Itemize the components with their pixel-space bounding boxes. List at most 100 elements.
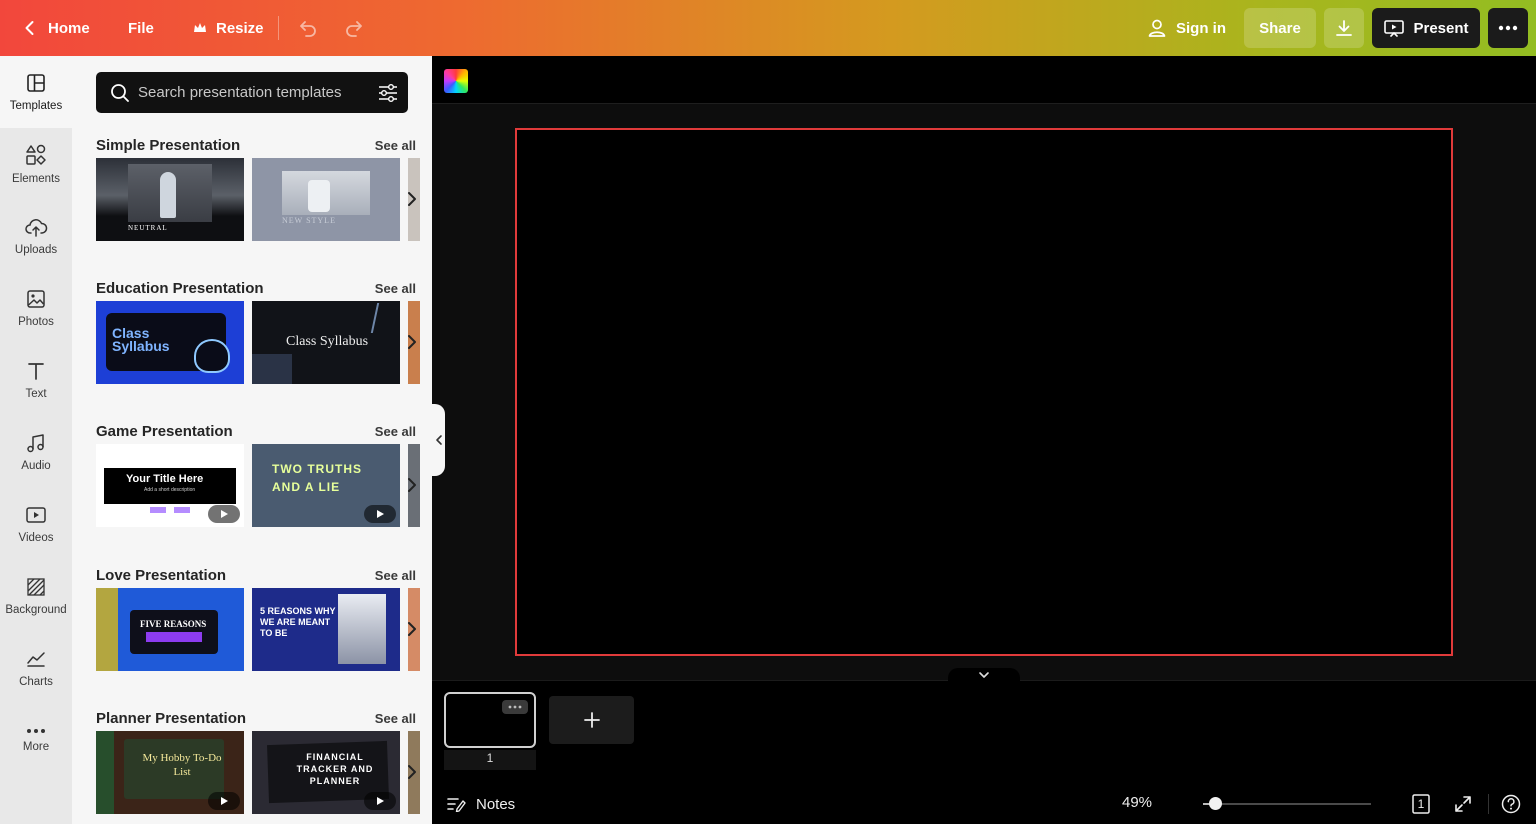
plus-icon xyxy=(583,711,601,729)
template-thumbnail[interactable]: My Hobby To-Do List xyxy=(96,731,244,814)
template-thumbnail[interactable]: NEUTRAL xyxy=(96,158,244,241)
rail-label-photos: Photos xyxy=(18,316,54,328)
page-count-button[interactable]: 1 xyxy=(1408,792,1434,816)
see-all-link[interactable]: See all xyxy=(375,281,416,296)
add-page-button[interactable] xyxy=(549,696,634,744)
thumb-subcaption: Add a short description xyxy=(144,487,196,493)
scroll-right-button[interactable] xyxy=(402,762,422,782)
canvas-page[interactable] xyxy=(515,128,1453,656)
present-button[interactable]: Present xyxy=(1372,8,1480,48)
rail-item-photos[interactable]: Photos xyxy=(0,272,72,344)
rail-item-audio[interactable]: Audio xyxy=(0,416,72,488)
thumb-caption: TWO TRUTHS AND A LIE xyxy=(272,462,362,494)
filter-sliders-icon[interactable] xyxy=(377,82,399,104)
present-icon xyxy=(1383,18,1405,38)
play-icon xyxy=(220,796,229,806)
template-thumbnail[interactable]: Class Syllabus xyxy=(96,301,244,384)
template-section-love: Love Presentation See all FIVE REASONS 5… xyxy=(96,567,420,677)
undo-button[interactable] xyxy=(288,8,328,48)
template-thumbnail[interactable]: Class Syllabus xyxy=(252,301,400,384)
page-thumbnail[interactable] xyxy=(444,692,536,748)
scroll-right-button[interactable] xyxy=(402,475,422,495)
expand-pages-button[interactable] xyxy=(948,668,1020,682)
thumb-stripe xyxy=(96,588,118,671)
crown-icon xyxy=(192,20,208,36)
video-badge xyxy=(364,792,396,810)
thumb-tag xyxy=(150,507,166,513)
home-button[interactable]: Home xyxy=(12,8,98,48)
rail-item-charts[interactable]: Charts xyxy=(0,632,72,704)
file-menu-button[interactable]: File xyxy=(118,8,164,48)
chevron-left-icon xyxy=(20,18,40,38)
template-thumbnail[interactable]: 5 REASONS WHY WE ARE MEANT TO BE xyxy=(252,588,400,671)
present-label: Present xyxy=(1413,19,1469,37)
see-all-link[interactable]: See all xyxy=(375,711,416,726)
template-section-planner: Planner Presentation See all My Hobby To… xyxy=(96,710,420,820)
rail-label-more: More xyxy=(22,741,50,753)
scroll-right-button[interactable] xyxy=(402,189,422,209)
templates-panel: Simple Presentation See all NEUTRAL NEW … xyxy=(72,56,432,824)
more-dots-icon xyxy=(25,727,47,735)
scroll-right-button[interactable] xyxy=(402,332,422,352)
rail-label-videos: Videos xyxy=(18,532,54,544)
background-icon xyxy=(25,576,47,598)
template-thumbnail[interactable]: FINANCIAL TRACKER AND PLANNER xyxy=(252,731,400,814)
zoom-slider-track[interactable] xyxy=(1203,803,1371,805)
background-color-button[interactable] xyxy=(444,69,468,93)
zoom-slider-handle[interactable] xyxy=(1209,797,1222,810)
expand-icon xyxy=(1453,794,1473,814)
chevron-right-icon xyxy=(407,764,417,780)
resize-button[interactable]: Resize xyxy=(182,8,274,48)
fullscreen-button[interactable] xyxy=(1450,792,1476,816)
more-options-button[interactable] xyxy=(1488,8,1528,48)
rail-label-charts: Charts xyxy=(19,676,53,688)
see-all-link[interactable]: See all xyxy=(375,424,416,439)
template-thumbnail[interactable]: Your Title Here Add a short description xyxy=(96,444,244,527)
play-icon xyxy=(376,796,385,806)
share-button[interactable]: Share xyxy=(1244,8,1316,48)
see-all-link[interactable]: See all xyxy=(375,138,416,153)
chevron-right-icon xyxy=(407,334,417,350)
rail-item-more[interactable]: More xyxy=(0,704,72,776)
scroll-right-button[interactable] xyxy=(402,619,422,639)
page-options-button[interactable] xyxy=(502,700,528,714)
rail-label-audio: Audio xyxy=(21,460,51,472)
rail-item-text[interactable]: Text xyxy=(0,344,72,416)
thumb-shape xyxy=(252,354,292,384)
top-toolbar: Home File Resize Sign in Share Present xyxy=(0,0,1536,56)
redo-button[interactable] xyxy=(334,8,374,48)
download-button[interactable] xyxy=(1324,8,1364,48)
chevron-right-icon xyxy=(407,477,417,493)
template-thumbnail[interactable]: NEW STYLE xyxy=(252,158,400,241)
template-section-simple: Simple Presentation See all NEUTRAL NEW … xyxy=(96,137,420,247)
thumb-leaf xyxy=(370,303,398,333)
help-button[interactable] xyxy=(1498,792,1524,816)
play-icon xyxy=(376,509,385,519)
more-horizontal-icon xyxy=(508,705,522,709)
template-thumbnail[interactable]: FIVE REASONS xyxy=(96,588,244,671)
thumb-caption: FINANCIAL TRACKER AND PLANNER xyxy=(296,752,374,786)
rail-item-elements[interactable]: Elements xyxy=(0,128,72,200)
chart-icon xyxy=(25,648,47,670)
zoom-percentage[interactable]: 49% xyxy=(1122,794,1152,811)
rail-item-uploads[interactable]: Uploads xyxy=(0,200,72,272)
see-all-link[interactable]: See all xyxy=(375,568,416,583)
chevron-down-icon xyxy=(978,671,990,679)
sign-in-button[interactable]: Sign in xyxy=(1136,8,1236,48)
collapse-panel-button[interactable] xyxy=(432,404,445,476)
thumb-figure xyxy=(160,172,176,218)
notes-button[interactable]: Notes xyxy=(446,792,515,816)
template-thumbnail[interactable]: TWO TRUTHS AND A LIE xyxy=(252,444,400,527)
page-number-label: 1 xyxy=(444,750,536,770)
rail-item-templates[interactable]: Templates xyxy=(0,56,72,128)
thumb-tag xyxy=(174,507,190,513)
rail-item-videos[interactable]: Videos xyxy=(0,488,72,560)
template-section-game: Game Presentation See all Your Title Her… xyxy=(96,423,420,533)
thumb-caption: NEW STYLE xyxy=(282,216,336,225)
rail-item-background[interactable]: Background xyxy=(0,560,72,632)
more-horizontal-icon xyxy=(1498,25,1518,31)
thumb-photo xyxy=(338,594,386,664)
rail-label-text: Text xyxy=(25,388,47,400)
help-icon xyxy=(1500,793,1522,815)
search-input[interactable] xyxy=(138,72,368,113)
